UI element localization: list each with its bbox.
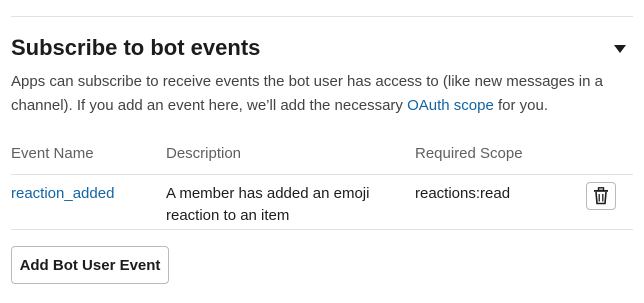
row-divider — [11, 229, 633, 230]
column-header-event-name: Event Name — [11, 145, 94, 162]
delete-event-button[interactable] — [586, 182, 616, 210]
event-description: A member has added an emoji reaction to … — [166, 185, 370, 224]
column-header-required-scope: Required Scope — [415, 145, 523, 162]
section-description: Apps can subscribe to receive events the… — [11, 70, 636, 118]
section-title: Subscribe to bot events — [11, 35, 261, 60]
caret-down-icon[interactable] — [612, 42, 628, 54]
trash-icon — [593, 187, 609, 205]
column-header-description: Description — [166, 145, 242, 162]
header-divider — [11, 174, 633, 175]
description-text-after: for you. — [493, 97, 549, 114]
add-bot-user-event-button[interactable]: Add Bot User Event — [11, 246, 169, 284]
oauth-scope-link[interactable]: OAuth scope — [407, 97, 494, 114]
top-divider — [11, 16, 633, 17]
event-name-link[interactable]: reaction_added — [11, 183, 114, 205]
event-required-scope: reactions:read — [415, 185, 511, 202]
